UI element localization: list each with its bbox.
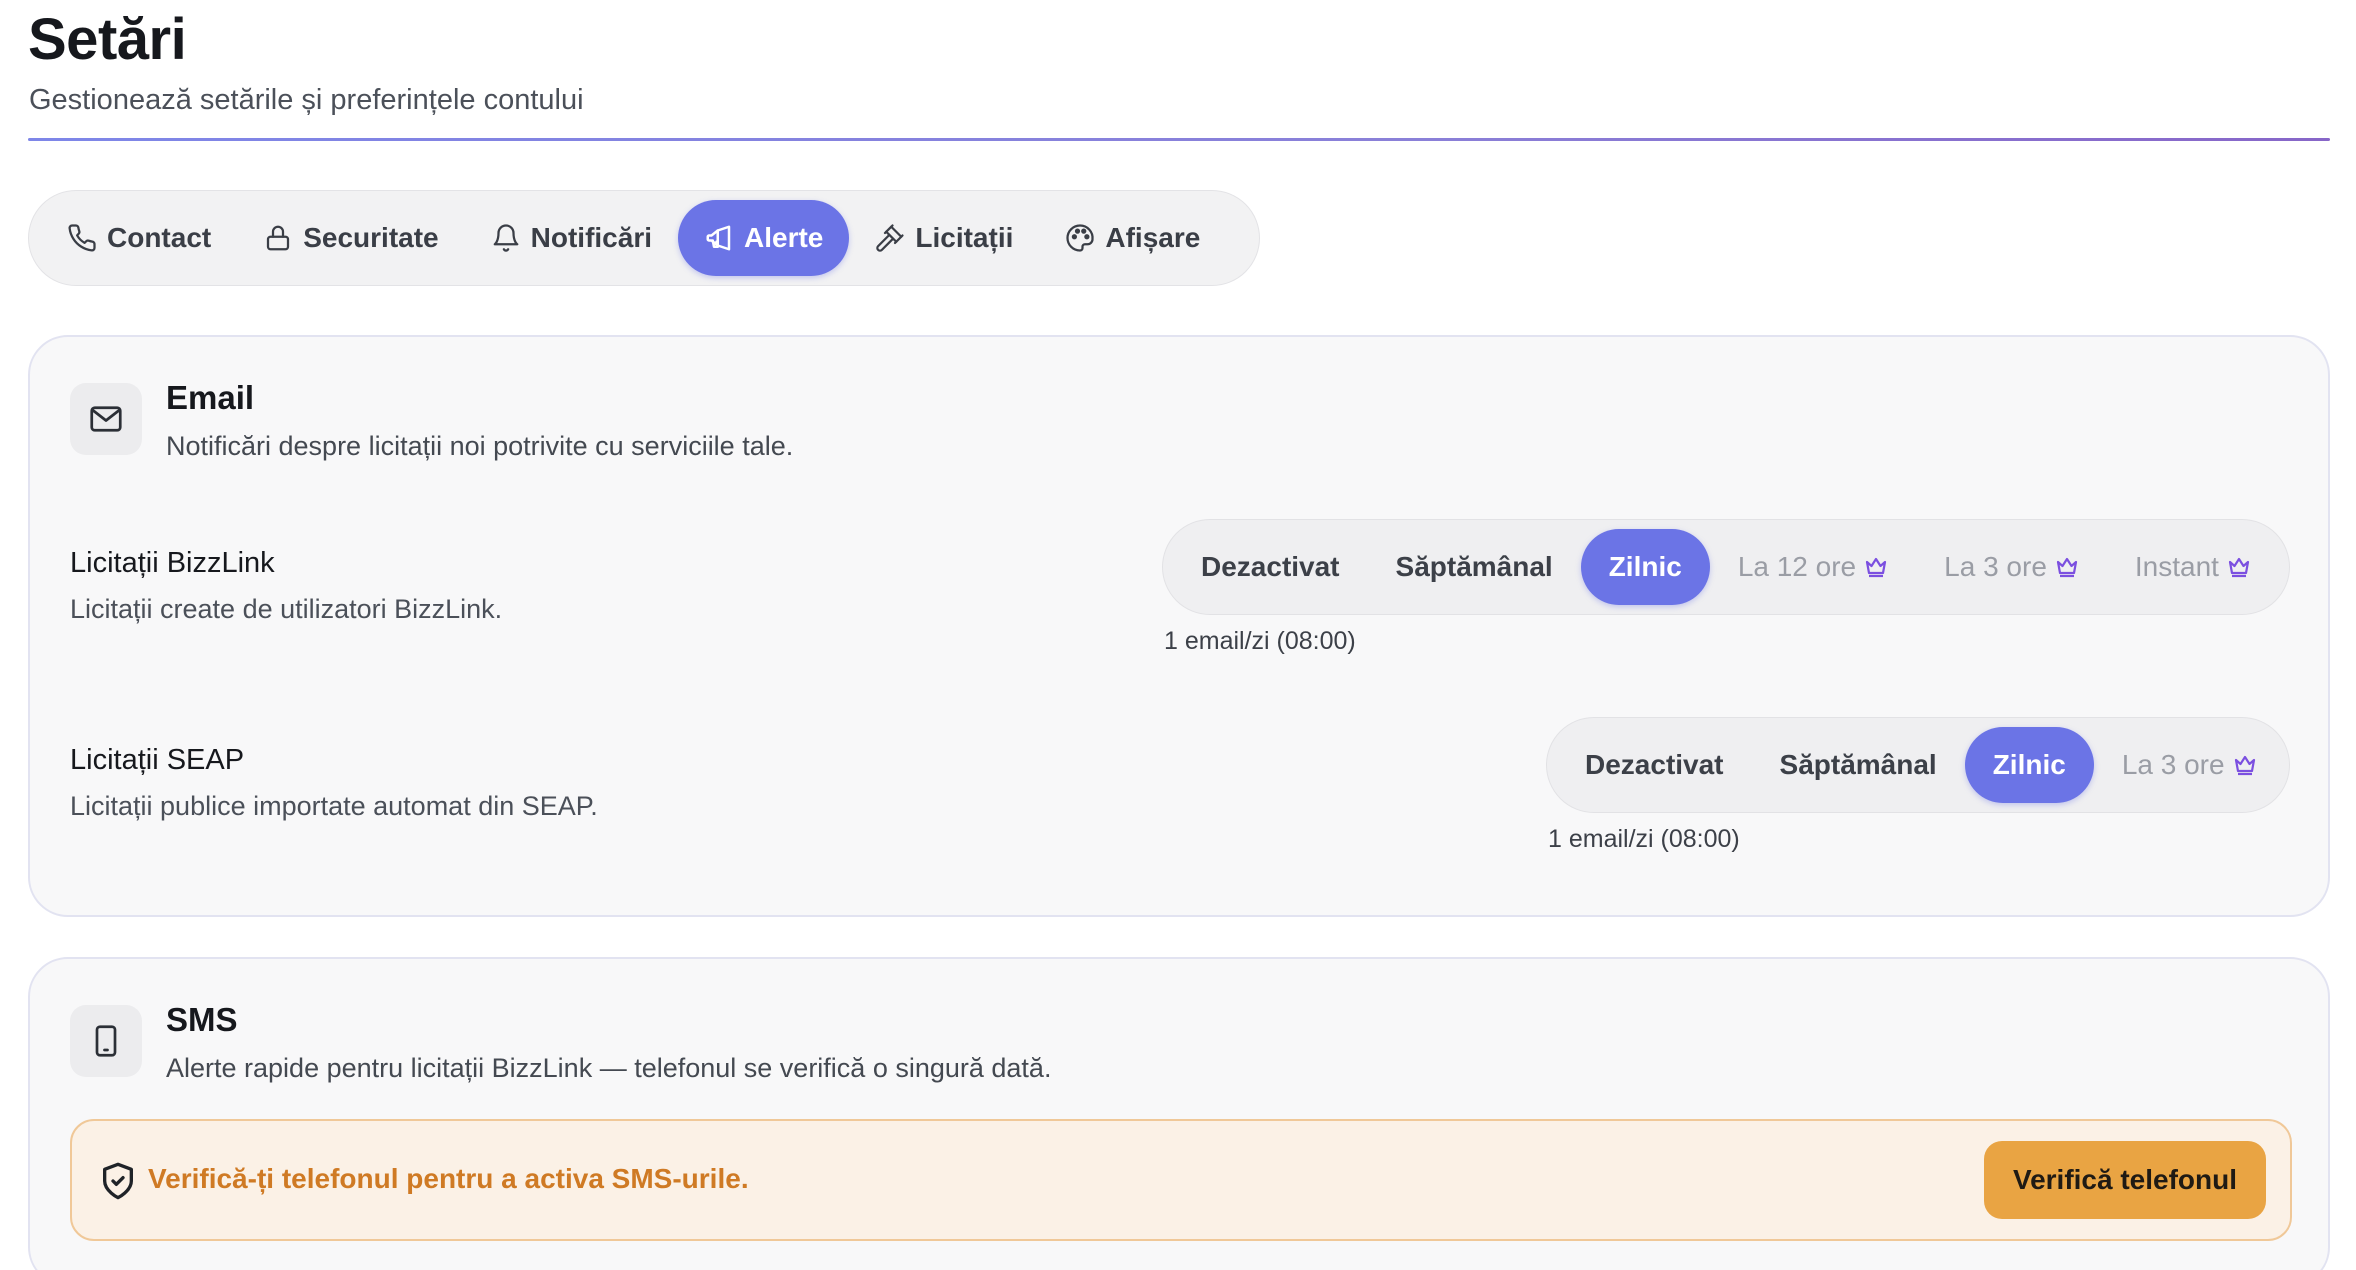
seap-option-zilnic[interactable]: Zilnic xyxy=(1964,727,2094,803)
crown-icon xyxy=(1866,557,1887,578)
tab-alerte[interactable]: Alerte xyxy=(678,200,850,276)
crown-icon xyxy=(2056,557,2077,578)
crown-icon xyxy=(2234,755,2255,776)
gavel-icon xyxy=(876,224,904,252)
tab-afisare[interactable]: Afișare xyxy=(1039,200,1226,276)
bizzlink-option-saptamanal[interactable]: Săptămânal xyxy=(1368,529,1581,605)
bizzlink-description: Licitații create de utilizatori BizzLink… xyxy=(70,594,503,624)
crown-icon xyxy=(2228,557,2250,578)
sms-title: SMS xyxy=(166,1001,238,1038)
tab-notificari-label: Notificări xyxy=(530,222,652,253)
sms-icon-box xyxy=(70,1005,142,1077)
tab-contact[interactable]: Contact xyxy=(41,200,237,276)
mail-icon xyxy=(90,406,122,432)
bizzlink-option-3h-label: La 3 ore xyxy=(1944,551,2047,582)
sms-card: SMS Alerte rapide pentru licitații BizzL… xyxy=(28,957,2330,1270)
seap-option-3h[interactable]: La 3 ore xyxy=(2094,727,2285,803)
tab-securitate-label: Securitate xyxy=(303,222,439,253)
page-title: Setări xyxy=(28,7,187,72)
bell-icon xyxy=(493,224,519,252)
verification-message: Verifică-ți telefonul pentru a activa SM… xyxy=(148,1163,749,1194)
bizzlink-option-dezactivat[interactable]: Dezactivat xyxy=(1173,529,1368,605)
bizzlink-frequency-note: 1 email/zi (08:00) xyxy=(1164,627,1356,655)
bizzlink-option-instant-label: Instant xyxy=(2134,551,2219,582)
bizzlink-option-instant[interactable]: Instant xyxy=(2107,529,2279,605)
tab-notificari[interactable]: Notificări xyxy=(465,200,678,276)
email-description: Notificări despre licitații noi potrivit… xyxy=(166,431,794,461)
settings-tabs: Contact Securitate Notificări Alerte Lic… xyxy=(28,190,1260,286)
tab-licitatii[interactable]: Licitații xyxy=(849,200,1039,276)
seap-option-3h-label: La 3 ore xyxy=(2121,749,2225,780)
tab-licitatii-label: Licitații xyxy=(915,222,1014,253)
palette-icon xyxy=(1066,224,1095,252)
sms-description: Alerte rapide pentru licitații BizzLink … xyxy=(166,1053,1052,1083)
bizzlink-option-zilnic[interactable]: Zilnic xyxy=(1580,529,1710,605)
bizzlink-option-3h[interactable]: La 3 ore xyxy=(1916,529,2107,605)
verify-phone-button[interactable]: Verifică telefonul xyxy=(1984,1141,2266,1219)
email-card: Email Notificări despre licitații noi po… xyxy=(28,335,2330,917)
phone-verification-banner: Verifică-ți telefonul pentru a activa SM… xyxy=(70,1119,2292,1241)
bizzlink-option-12h[interactable]: La 12 ore xyxy=(1710,529,1916,605)
smartphone-icon xyxy=(95,1025,117,1057)
seap-option-dezactivat[interactable]: Dezactivat xyxy=(1557,727,1752,803)
title-divider xyxy=(28,138,2330,141)
email-title: Email xyxy=(166,379,255,416)
bizzlink-option-12h-label: La 12 ore xyxy=(1737,551,1857,582)
seap-title: Licitații SEAP xyxy=(70,744,245,776)
seap-frequency-note: 1 email/zi (08:00) xyxy=(1548,825,1740,853)
phone-icon xyxy=(68,224,96,252)
bizzlink-title: Licitații BizzLink xyxy=(70,547,275,579)
seap-option-saptamanal[interactable]: Săptămânal xyxy=(1752,727,1965,803)
page-subtitle: Gestionează setările și preferințele con… xyxy=(29,84,584,116)
bizzlink-frequency-selector: Dezactivat Săptămânal Zilnic La 12 ore L… xyxy=(1162,519,2290,615)
tab-contact-label: Contact xyxy=(107,222,212,253)
tab-afisare-label: Afișare xyxy=(1105,222,1201,253)
tab-securitate[interactable]: Securitate xyxy=(237,200,464,276)
seap-frequency-selector: Dezactivat Săptămânal Zilnic La 3 ore xyxy=(1546,717,2290,813)
seap-description: Licitații publice importate automat din … xyxy=(70,791,598,821)
tab-alerte-label: Alerte xyxy=(744,222,824,253)
email-icon-box xyxy=(70,383,142,455)
lock-icon xyxy=(267,225,290,251)
shield-check-icon xyxy=(103,1162,133,1200)
megaphone-icon xyxy=(706,225,731,251)
